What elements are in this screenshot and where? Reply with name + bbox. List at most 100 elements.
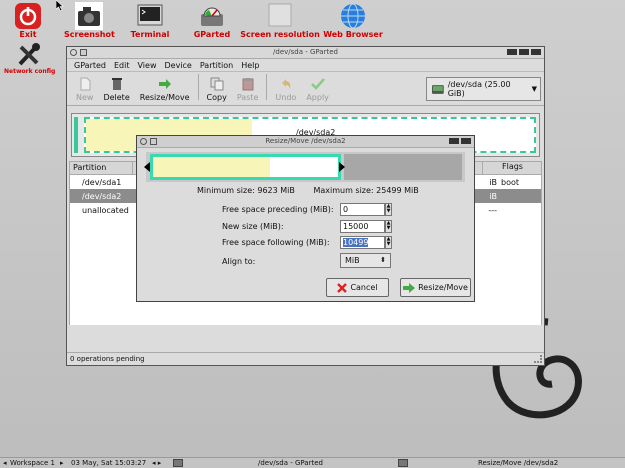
following-label: Free space following (MiB): bbox=[222, 238, 330, 247]
task-resize-dialog[interactable]: Resize/Move /dev/sda2 bbox=[478, 459, 558, 467]
copy-icon bbox=[210, 77, 224, 91]
free-space-following-block bbox=[344, 154, 462, 180]
menu-gparted[interactable]: GParted bbox=[74, 61, 106, 70]
power-icon bbox=[15, 3, 41, 29]
size-limits: Minimum size: 9623 MiB Maximum size: 254… bbox=[197, 186, 435, 195]
dialog-title: Resize/Move /dev/sda2 bbox=[265, 137, 346, 145]
new-size-input[interactable]: 15000 bbox=[340, 220, 385, 233]
cancel-button[interactable]: Cancel bbox=[326, 278, 389, 297]
workspace-next-icon[interactable]: ▸ bbox=[60, 459, 64, 467]
device-selector-label: /dev/sda (25.00 GiB) bbox=[447, 80, 511, 98]
preceding-spin-icon[interactable]: ▲ ▼ bbox=[385, 203, 392, 216]
align-select-value: MiB bbox=[345, 256, 360, 265]
updown-chevron-icon: ⬍ bbox=[380, 256, 386, 264]
status-bar: 0 operations pending bbox=[67, 352, 544, 365]
desktop-icon-label: Screen resolution bbox=[240, 30, 320, 39]
desktop-icon-gparted[interactable]: GParted bbox=[192, 2, 232, 39]
resize-arrow-icon bbox=[403, 282, 416, 293]
new-button[interactable]: New bbox=[71, 77, 98, 102]
desktop-icon-exit[interactable]: Exit bbox=[10, 2, 46, 39]
clock: 03 May, Sat 15:03:27 bbox=[71, 459, 147, 467]
minimize-icon[interactable] bbox=[449, 138, 459, 144]
free-space-following-input[interactable]: 10499 bbox=[340, 236, 385, 249]
desktop-icon-web-browser[interactable]: Web Browser bbox=[322, 2, 384, 39]
terminal-icon bbox=[137, 4, 163, 26]
resize-visual-bar[interactable] bbox=[144, 152, 465, 182]
delete-button[interactable]: Delete bbox=[98, 77, 134, 102]
workspace-label[interactable]: Workspace 1 bbox=[10, 459, 55, 467]
column-header-flags[interactable]: Flags bbox=[482, 161, 542, 175]
desktop-icon-label: Web Browser bbox=[323, 30, 383, 39]
paste-icon bbox=[242, 78, 254, 91]
apply-button[interactable]: Apply bbox=[301, 77, 334, 102]
monitor-icon bbox=[268, 3, 292, 27]
menubar: GParted Edit View Device Partition Help bbox=[67, 59, 544, 72]
resize-move-confirm-button[interactable]: Resize/Move bbox=[400, 278, 471, 297]
harddisk-icon bbox=[431, 85, 444, 94]
task-gparted[interactable]: /dev/sda - GParted bbox=[258, 459, 323, 467]
mouse-pointer-icon bbox=[56, 0, 64, 11]
tools-icon bbox=[18, 43, 40, 66]
following-spin-icon[interactable]: ▲ ▼ bbox=[385, 236, 392, 249]
maximize-icon[interactable] bbox=[519, 49, 529, 55]
row-flags: boot bbox=[500, 178, 519, 187]
chevron-down-icon: ▼ bbox=[531, 85, 537, 93]
taskbar: ◂ Workspace 1 ▸ 03 May, Sat 15:03:27 ◂ ▸… bbox=[0, 457, 625, 468]
free-space-preceding-input[interactable]: 0 bbox=[340, 203, 385, 216]
row-size-tail: --- bbox=[488, 206, 497, 215]
desktop-icon-label: Terminal bbox=[130, 30, 170, 39]
toolbar-separator bbox=[197, 74, 199, 100]
partition-resize-block[interactable] bbox=[150, 154, 341, 180]
maximum-size: Maximum size: 25499 MiB bbox=[313, 186, 419, 195]
undo-button[interactable]: Undo bbox=[270, 77, 301, 102]
row-size-tail: iB bbox=[489, 178, 497, 187]
menu-edit[interactable]: Edit bbox=[114, 61, 130, 70]
menu-partition[interactable]: Partition bbox=[200, 61, 233, 70]
window-title: /dev/sda - GParted bbox=[273, 48, 338, 56]
desktop-icon-network-config[interactable]: Network config bbox=[4, 42, 56, 75]
resize-grip-icon[interactable] bbox=[534, 355, 542, 363]
desktop-icon-label: Screenshot bbox=[64, 30, 115, 39]
desktop-icon-screen-resolution[interactable]: Screen resolution bbox=[240, 2, 320, 39]
resize-move-button[interactable]: Resize/Move bbox=[135, 77, 195, 102]
workspace-prev-icon[interactable]: ◂ bbox=[3, 459, 7, 467]
partition-sda1-block[interactable] bbox=[74, 117, 78, 153]
cancel-x-icon bbox=[337, 282, 348, 293]
gparted-icon bbox=[201, 7, 223, 26]
right-resize-handle-icon[interactable] bbox=[339, 162, 345, 172]
left-resize-handle-icon[interactable] bbox=[144, 162, 150, 172]
camera-icon bbox=[75, 2, 103, 30]
row-size-tail: iB bbox=[489, 192, 497, 201]
desktop-icon-screenshot[interactable]: Screenshot bbox=[64, 2, 115, 39]
paste-button[interactable]: Paste bbox=[232, 77, 264, 102]
gparted-titlebar[interactable]: /dev/sda - GParted bbox=[67, 47, 544, 59]
copy-button[interactable]: Copy bbox=[202, 77, 232, 102]
desktop-icon-label: GParted bbox=[193, 30, 231, 39]
device-selector[interactable]: /dev/sda (25.00 GiB) ▼ bbox=[426, 77, 541, 101]
resize-arrow-icon bbox=[158, 79, 171, 89]
undo-icon bbox=[281, 79, 291, 89]
menu-view[interactable]: View bbox=[138, 61, 157, 70]
menu-help[interactable]: Help bbox=[241, 61, 259, 70]
dialog-titlebar[interactable]: Resize/Move /dev/sda2 bbox=[137, 136, 474, 148]
new-file-icon bbox=[80, 77, 91, 91]
desktop-icon-terminal[interactable]: Terminal bbox=[130, 2, 170, 39]
desktop-icon-label: Network config bbox=[4, 68, 56, 75]
used-space-fill bbox=[153, 157, 270, 177]
close-icon[interactable] bbox=[461, 138, 471, 144]
column-header-partition[interactable]: Partition bbox=[70, 162, 133, 174]
nav-arrows-icon[interactable]: ◂ ▸ bbox=[152, 459, 161, 467]
toolbar-separator bbox=[266, 74, 268, 100]
align-select[interactable]: MiB ⬍ bbox=[340, 253, 391, 268]
minimize-icon[interactable] bbox=[507, 49, 517, 55]
toolbar: New Delete Resize/Move Copy Paste Undo A… bbox=[67, 72, 544, 106]
selected-text: 10499 bbox=[343, 238, 369, 247]
row-partition-name: unallocated bbox=[82, 206, 129, 215]
menu-device[interactable]: Device bbox=[164, 61, 191, 70]
close-icon[interactable] bbox=[531, 49, 541, 55]
new-size-spin-icon[interactable]: ▲ ▼ bbox=[385, 220, 392, 233]
new-size-label: New size (MiB): bbox=[222, 222, 284, 231]
preceding-label: Free space preceding (MiB): bbox=[222, 205, 334, 214]
globe-icon bbox=[341, 3, 365, 29]
row-partition-name: /dev/sda1 bbox=[82, 178, 122, 187]
